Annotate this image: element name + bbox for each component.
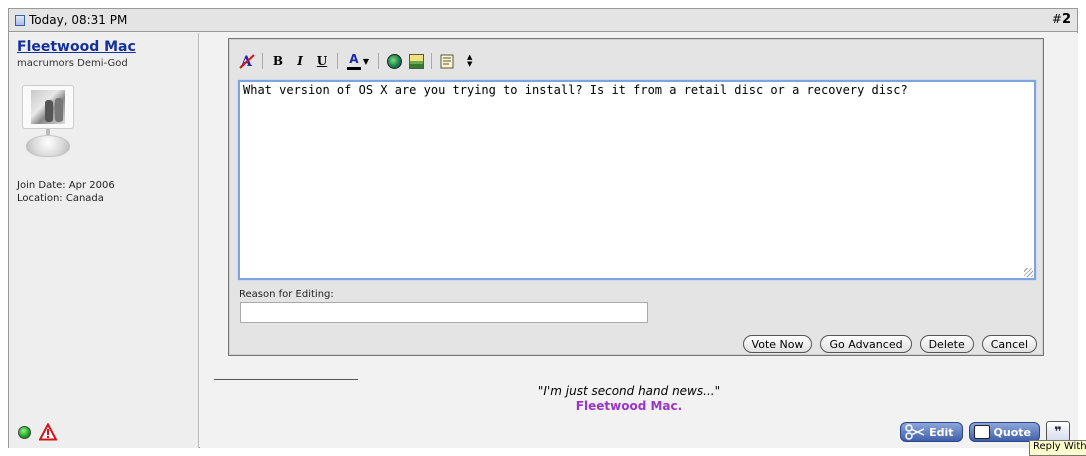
globe-link-icon [386,53,402,69]
resize-grip-icon[interactable] [1024,268,1033,277]
username-link[interactable]: Fleetwood Mac [17,39,136,55]
edit-button-label: Edit [929,425,954,439]
resize-editor-icon[interactable]: ▲ ▼ [467,54,472,68]
quote-marks-icon: ❞ [1054,424,1062,440]
user-panel: Fleetwood Mac macrumors Demi-God Join Da… [9,33,199,448]
quick-edit-box: A B I U A ▼ [228,38,1044,356]
signature-quote: "I'm just second hand news..." [537,384,721,398]
italic-button[interactable]: I [290,51,310,71]
quote-button[interactable]: Quote [968,422,1040,442]
insert-link-button[interactable] [384,51,404,71]
post-number-prefix: # [1051,12,1062,26]
post-date: Today, 08:31 PM [15,13,127,27]
post-date-text: Today, 08:31 PM [29,13,128,27]
avatar-base [26,135,70,157]
online-status-icon [18,426,31,439]
avatar-figure-left [45,100,53,122]
editor-buttons: Vote Now Go Advanced Delete Cancel [742,335,1037,353]
join-date: Join Date: Apr 2006 [17,180,115,191]
quote-button-label: Quote [993,425,1031,439]
font-color-button[interactable]: A ▼ [343,51,373,71]
edit-button[interactable]: Edit [900,422,963,442]
avatar-figure-right [55,98,63,122]
remove-format-icon: A [239,54,255,69]
signature-name: Fleetwood Mac. [575,399,683,413]
toolbar-separator [337,53,338,69]
wrap-quote-button[interactable] [437,51,457,71]
post-document-icon [15,14,25,26]
avatar [22,85,74,165]
location: Location: Canada [17,193,104,204]
quote-note-icon [440,54,453,68]
reason-input[interactable] [240,302,648,323]
delete-button[interactable]: Delete [919,335,974,353]
message-textarea[interactable]: What version of OS X are you trying to i… [238,80,1036,280]
tooltip: Reply With [1029,440,1086,456]
message-text: What version of OS X are you trying to i… [243,83,908,97]
post-container: Today, 08:31 PM #2 Fleetwood Mac macrumo… [8,8,1078,448]
toolbar-separator [262,53,263,69]
editor-toolbar: A B I U A ▼ [237,50,472,72]
bold-button[interactable]: B [268,51,288,71]
user-title: macrumors Demi-God [17,58,128,69]
signature-divider [214,379,358,380]
insert-image-button[interactable] [406,51,426,71]
post-header: Today, 08:31 PM #2 [9,9,1077,32]
go-advanced-button[interactable]: Go Advanced [820,335,912,353]
remove-format-button[interactable]: A [237,51,257,71]
post-content: A B I U A ▼ [200,33,1078,448]
post-number: 2 [1061,12,1071,27]
scissors-icon [905,424,925,440]
avatar-album-art [31,90,65,124]
font-color-letter: A [349,52,359,66]
reason-label: Reason for Editing: [239,289,334,300]
font-color-bar [346,67,361,70]
image-icon [408,53,424,69]
vote-now-button[interactable]: Vote Now [742,335,813,353]
report-post-icon[interactable] [39,423,57,441]
toolbar-separator [431,53,432,69]
user-info: Join Date: Apr 2006 Location: Canada [17,179,115,205]
avatar-screen [22,85,74,129]
font-color-icon: A [346,52,361,70]
chevron-down-icon: ▼ [362,56,370,66]
underline-button[interactable]: U [312,51,332,71]
post-number-link[interactable]: #2 [1052,12,1071,27]
toolbar-separator [378,53,379,69]
cancel-button[interactable]: Cancel [981,335,1037,353]
quote-document-icon [973,425,990,439]
